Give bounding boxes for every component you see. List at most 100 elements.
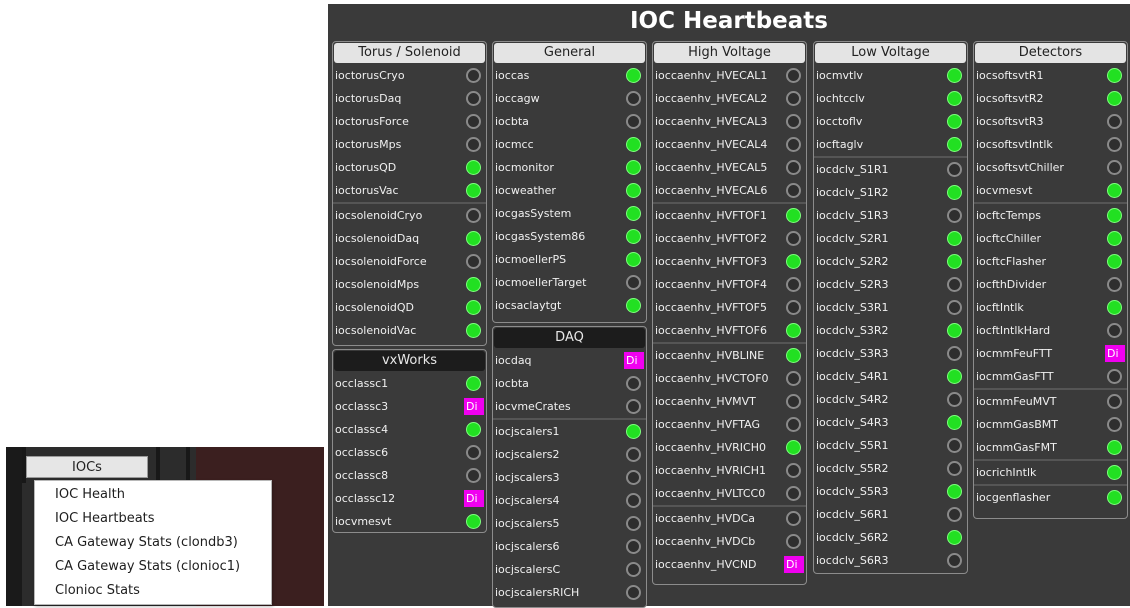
ioc-name-label: iocdclv_S2R2	[816, 255, 889, 268]
status-led-on-icon	[466, 422, 481, 437]
ioc-row: iocvmesvt	[974, 179, 1127, 202]
ioc-row: iocsolenoidQD	[333, 296, 486, 319]
status-led-off-icon	[626, 539, 641, 554]
ioc-name-label: iocjscalers4	[495, 494, 560, 507]
ioc-row: iocdclv_S2R1	[814, 227, 967, 250]
ioc-name-label: iocvmeCrates	[495, 400, 571, 413]
ioc-row: iocsoftsvtIntlk	[974, 133, 1127, 156]
status-led-off-icon	[466, 137, 481, 152]
ioc-name-label: iocjscalers5	[495, 517, 560, 530]
ioc-name-label: occlassc1	[335, 377, 389, 390]
ioc-row: iocftcChiller	[974, 227, 1127, 250]
status-led-off-icon	[786, 394, 801, 409]
ioc-name-label: iocftcFlasher	[976, 255, 1046, 268]
ioc-row: iocsoftsvtR3	[974, 110, 1127, 133]
menu-item-ca-gateway-clonioc1[interactable]: CA Gateway Stats (clonioc1)	[35, 555, 271, 579]
ioc-name-label: iocdclv_S6R3	[816, 554, 889, 567]
ioc-name-label: ioccaenhv_HVECAL1	[655, 69, 768, 82]
ioc-row: iocdclv_S5R3	[814, 480, 967, 503]
ioc-name-label: ioccaenhv_HVFTOF2	[655, 232, 767, 245]
ioc-row: iocdclv_S2R2	[814, 250, 967, 273]
ioc-name-label: iocjscalersRICH	[495, 586, 580, 599]
ioc-row: iocmvtlv	[814, 64, 967, 87]
ioc-name-label: occlassc12	[335, 492, 396, 505]
status-led-off-icon	[947, 392, 962, 407]
ioc-name-label: ioccaenhv_HVFTOF5	[655, 301, 767, 314]
ioc-name-label: iocftcChiller	[976, 232, 1041, 245]
ioc-row: iocsoftsvtChiller	[974, 156, 1127, 179]
menu-item-clonioc-stats[interactable]: Clonioc Stats	[35, 579, 271, 603]
ioc-row: iocfthDivider	[974, 273, 1127, 296]
status-led-off-icon	[947, 208, 962, 223]
ioc-name-label: iocjscalers3	[495, 471, 560, 484]
ioc-name-label: iocsolenoidCryo	[335, 209, 423, 222]
ioc-name-label: iocsoftsvtR3	[976, 115, 1044, 128]
ioc-name-label: iocdclv_S5R1	[816, 439, 889, 452]
status-led-off-icon	[1107, 160, 1122, 175]
ioc-name-label: iocsoftsvtR1	[976, 69, 1044, 82]
ioc-name-label: iocftaglv	[816, 138, 864, 151]
group-header: Low Voltage	[815, 43, 966, 63]
iocs-menu-button[interactable]: IOCs	[26, 456, 148, 478]
ioc-name-label: iocdclv_S3R3	[816, 347, 889, 360]
ioc-name-label: iocmoellerPS	[495, 253, 567, 266]
ioc-name-label: iocjscalersC	[495, 563, 561, 576]
ioc-row: iocjscalers3	[493, 466, 646, 489]
ioc-row: iocdclv_S4R1	[814, 365, 967, 388]
status-led-on-icon	[466, 160, 481, 175]
status-led-on-icon	[1107, 231, 1122, 246]
ioc-name-label: iocgasSystem86	[495, 230, 586, 243]
ioc-name-label: iocdclv_S4R2	[816, 393, 889, 406]
status-led-on-icon	[947, 91, 962, 106]
ioc-row: iocdclv_S5R2	[814, 457, 967, 480]
ioc-row: ioccaenhv_HVDCb	[653, 530, 806, 553]
ioc-name-label: ioctorusQD	[335, 161, 397, 174]
status-led-off-icon	[786, 137, 801, 152]
ioc-row: iocdclv_S6R2	[814, 526, 967, 549]
status-led-off-icon	[466, 468, 481, 483]
status-led-on-icon	[466, 231, 481, 246]
ioc-row: ioccaenhv_HVFTOF4	[653, 273, 806, 296]
status-led-on-icon	[626, 206, 641, 221]
ioc-row: ioccaenhv_HVECAL5	[653, 156, 806, 179]
status-led-on-icon	[466, 514, 481, 529]
ioc-row: ioccaenhv_HVRICH0	[653, 436, 806, 459]
ioc-name-label: iocgasSystem	[495, 207, 572, 220]
ioc-name-label: iocmonitor	[495, 161, 554, 174]
status-led-off-icon	[626, 516, 641, 531]
status-led-on-icon	[786, 323, 801, 338]
status-led-off-icon	[786, 463, 801, 478]
ioc-name-label: iocmmGasFMT	[976, 441, 1057, 454]
ioc-name-label: iocdclv_S3R2	[816, 324, 889, 337]
ioc-row: ioccaenhv_HVECAL3	[653, 110, 806, 133]
group-header: High Voltage	[654, 43, 805, 63]
status-led-off-icon	[626, 275, 641, 290]
disconnected-badge: Di	[464, 490, 484, 507]
ioc-name-label: ioccaenhv_HVFTOF6	[655, 324, 767, 337]
ioc-name-label: ioctorusCryo	[335, 69, 405, 82]
ioc-name-label: iocfthDivider	[976, 278, 1047, 291]
ioc-row: occlassc12 Di	[333, 487, 486, 510]
status-led-off-icon	[947, 438, 962, 453]
status-led-on-icon	[786, 440, 801, 455]
iocs-dropdown-menu: IOC Health IOC Heartbeats CA Gateway Sta…	[34, 480, 272, 605]
ioc-row: iocmmFeuMVT	[974, 388, 1127, 413]
ioc-name-label: iocsoftsvtChiller	[976, 161, 1064, 174]
ioc-name-label: iocsoftsvtIntlk	[976, 138, 1053, 151]
ioc-row: iocftIntlkHard	[974, 319, 1127, 342]
ioc-row: iocdclv_S6R1	[814, 503, 967, 526]
ioc-row: iocvmesvt	[333, 510, 486, 532]
ioc-row: iocftaglv	[814, 133, 967, 156]
status-led-off-icon	[786, 91, 801, 106]
status-led-off-icon	[947, 300, 962, 315]
ioc-row: ioccaenhv_HVFTOF3	[653, 250, 806, 273]
menu-item-ca-gateway-clondb3[interactable]: CA Gateway Stats (clondb3)	[35, 531, 271, 555]
status-led-on-icon	[1107, 208, 1122, 223]
ioc-row: iocjscalers1	[493, 418, 646, 443]
menu-item-ioc-health[interactable]: IOC Health	[35, 483, 271, 507]
ioc-row: iocdclv_S6R3	[814, 549, 967, 572]
status-led-on-icon	[626, 252, 641, 267]
menu-item-ioc-heartbeats[interactable]: IOC Heartbeats	[35, 507, 271, 531]
ioc-name-label: ioccaenhv_HVFTOF3	[655, 255, 767, 268]
disconnected-badge: Di	[784, 556, 804, 573]
